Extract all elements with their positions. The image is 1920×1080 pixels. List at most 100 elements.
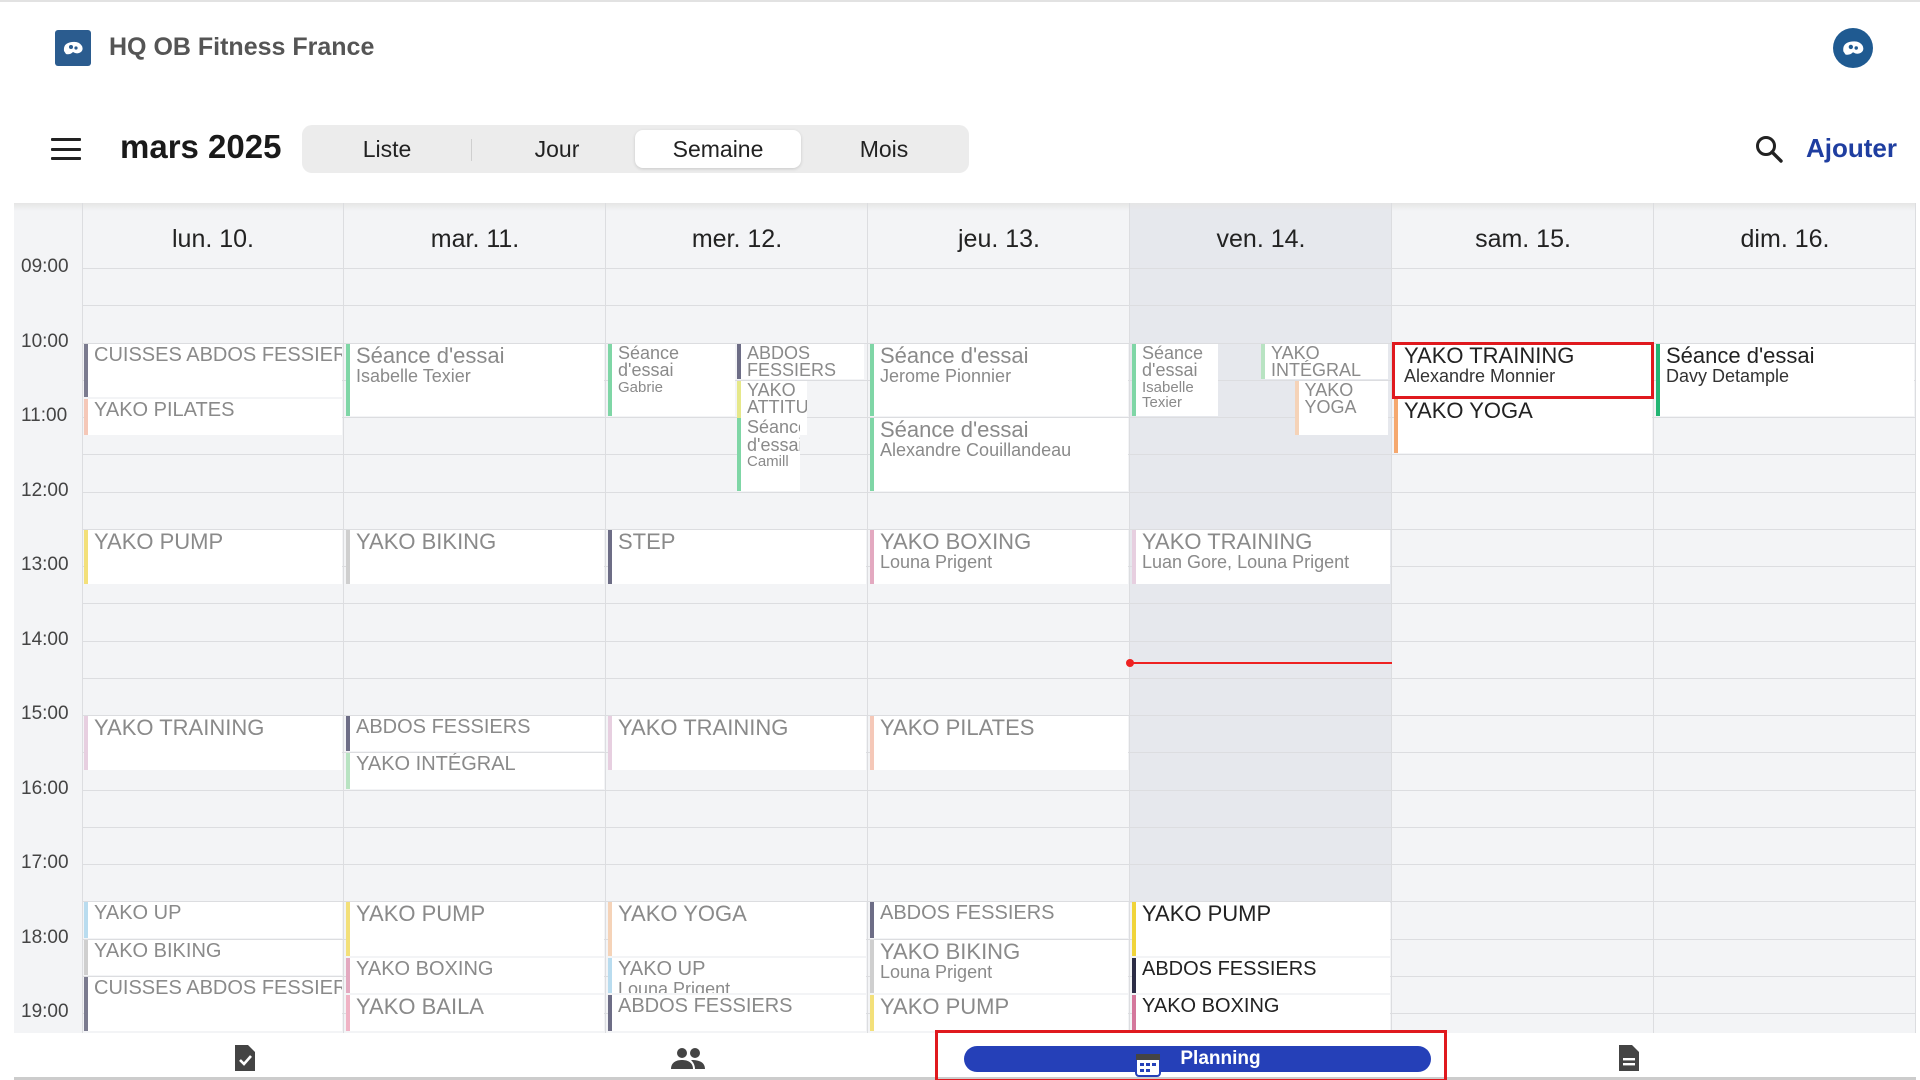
day-header[interactable]: sam. 15. — [1392, 225, 1654, 254]
calendar-event[interactable]: YAKO UP — [84, 902, 342, 938]
event-title: ABDOS FESSIERS — [880, 902, 1055, 925]
event-title: YAKO UP — [94, 902, 182, 925]
calendar-event[interactable]: Séance d'essai Isabelle Texier — [1132, 343, 1218, 416]
view-tab-list[interactable]: Liste — [307, 130, 467, 168]
hour-label: 09:00 — [21, 256, 69, 277]
event-subtitle: Gabrie — [618, 378, 664, 396]
half-hour-line — [82, 677, 1916, 679]
day-separator — [605, 203, 606, 1033]
calendar-event[interactable]: YAKO PUMP — [1132, 902, 1390, 957]
event-title: YAKO PUMP — [94, 529, 224, 554]
event-title: ABDOS FESSIERS — [747, 343, 837, 379]
event-title: YAKO BIKING — [880, 939, 1021, 964]
calendar-event[interactable]: YAKO PILATES — [870, 716, 1128, 770]
calendar-event[interactable]: Séance d'essai Gabrie — [608, 343, 735, 416]
calendar-event[interactable]: YAKO TRAINING Luan Gore, Louna Prigent — [1132, 529, 1390, 584]
event-title: Séance d'essai — [880, 418, 1029, 442]
event-title: ABDOS FESSIERS — [1142, 958, 1317, 981]
event-title: YAKO PUMP — [1142, 902, 1272, 927]
calendar-event[interactable]: Séance d'essai Jerome Pionnier — [870, 343, 1128, 416]
calendar-event[interactable]: YAKO YOGA — [608, 902, 866, 957]
app-logo — [55, 30, 91, 66]
calendar-event[interactable]: YAKO INTÉGRAL — [1261, 343, 1388, 379]
week-calendar: lun. 10. mar. 11. mer. 12. jeu. 13. ven. 14.… — [14, 203, 1916, 1033]
calendar-event[interactable]: ABDOS FESSIERS — [737, 343, 864, 379]
calendar-event[interactable]: YAKO UP Louna Prigent — [608, 958, 866, 994]
view-tab-day[interactable]: Jour — [477, 130, 637, 168]
event-title: ABDOS FESSIERS — [618, 995, 793, 1018]
event-subtitle: Isabelle Texier — [356, 365, 471, 386]
calendar-event[interactable]: YAKO PUMP — [870, 995, 1128, 1031]
day-separator — [1391, 203, 1392, 1033]
event-title: YAKO INTÉGRAL — [356, 753, 516, 776]
hour-line — [82, 789, 1916, 791]
day-header[interactable]: jeu. 13. — [868, 225, 1130, 254]
current-time-dot — [1126, 658, 1134, 667]
nav-tasks-button[interactable] — [227, 1041, 263, 1075]
calendar-event[interactable]: ABDOS FESSIERS — [608, 995, 866, 1031]
calendar-event[interactable]: YAKO PUMP — [84, 529, 342, 584]
event-title: YAKO TRAINING — [1404, 343, 1575, 368]
user-avatar[interactable] — [1833, 28, 1873, 68]
day-header[interactable]: ven. 14. — [1130, 225, 1392, 254]
event-subtitle: Jerome Pionnier — [880, 365, 1012, 386]
hamburger-menu-icon[interactable] — [48, 134, 84, 164]
day-header[interactable]: mar. 11. — [344, 225, 606, 254]
event-title: ABDOS FESSIERS — [356, 716, 531, 738]
nav-documents-button[interactable] — [1611, 1041, 1647, 1075]
day-separator — [1653, 203, 1654, 1033]
avatar-logo-icon — [1843, 41, 1864, 55]
event-title: YAKO PUMP — [356, 902, 486, 927]
calendar-event[interactable]: STEP — [608, 529, 866, 584]
calendar-event[interactable]: ABDOS FESSIERS — [346, 716, 604, 752]
hour-line — [82, 268, 1916, 269]
nav-planning-button[interactable]: Planning — [964, 1046, 1431, 1077]
event-title: YAKO PUMP — [880, 995, 1010, 1020]
calendar-event[interactable]: YAKO BOXING Louna Prigent — [870, 529, 1128, 584]
calendar-event[interactable]: YAKO PILATES — [84, 399, 342, 435]
view-tab-month[interactable]: Mois — [804, 130, 964, 168]
calendar-event[interactable]: Séance d'essaiCamill — [737, 418, 800, 491]
calendar-event[interactable]: Séance d'essai Alexandre Couillandeau — [870, 418, 1128, 491]
calendar-event[interactable]: YAKO TRAINING Alexandre Monnier — [1392, 341, 1654, 400]
hour-line — [82, 864, 1916, 865]
calendar-event[interactable]: YAKO TRAINING — [608, 716, 866, 770]
nav-members-button[interactable] — [670, 1041, 706, 1075]
calendar-event[interactable]: YAKO BAILA — [346, 995, 604, 1031]
hour-label: 17:00 — [21, 852, 69, 873]
hour-label: 14:00 — [21, 628, 69, 650]
view-switcher: Liste Jour Semaine Mois — [302, 125, 969, 173]
calendar-event[interactable]: Séance d'essai Davy Detample — [1656, 343, 1914, 416]
calendar-event[interactable]: YAKO BIKING — [84, 939, 342, 975]
calendar-event[interactable]: ABDOS FESSIERS — [1132, 958, 1390, 994]
people-icon — [671, 1048, 705, 1069]
calendar-event[interactable]: YAKO BIKING Louna Prigent — [870, 939, 1128, 994]
calendar-event[interactable]: YAKO PUMP — [346, 902, 604, 957]
half-hour-line — [82, 305, 1916, 307]
calendar-event[interactable]: YAKO INTÉGRAL — [346, 753, 604, 789]
event-subtitle: Louna Prigent — [618, 978, 731, 994]
hour-line — [82, 640, 1916, 642]
day-header[interactable]: mer. 12. — [606, 225, 868, 254]
hour-line — [82, 491, 1916, 493]
day-header[interactable]: lun. 10. — [82, 225, 344, 254]
view-tab-week[interactable]: Semaine — [635, 130, 801, 168]
calendar-event[interactable]: YAKO BIKING — [346, 529, 604, 584]
calendar-event[interactable]: ABDOS FESSIERS — [870, 902, 1128, 938]
calendar-event[interactable]: YAKO BOXING — [346, 958, 604, 994]
calendar-event[interactable]: Séance d'essai Isabelle Texier — [346, 343, 604, 416]
event-title: YAKO ATTITUDE — [747, 380, 808, 418]
day-header[interactable]: dim. 16. — [1654, 225, 1916, 254]
calendar-event[interactable]: CUISSES ABDOS FESSIERS — [84, 976, 342, 1031]
calendar-event[interactable]: CUISSES ABDOS FESSIERS — [84, 343, 342, 398]
search-icon[interactable] — [1752, 132, 1786, 166]
calendar-event[interactable]: YAKO TRAINING — [84, 716, 342, 770]
day-separator — [343, 203, 344, 1033]
calendar-event[interactable]: YAKO YOGA — [1394, 399, 1652, 454]
month-title: mars 2025 — [120, 128, 282, 165]
calendar-event[interactable]: YAKO BOXING — [1132, 995, 1390, 1031]
hour-label: 12:00 — [21, 479, 69, 501]
event-title: YAKO PILATES — [880, 716, 1035, 740]
add-button[interactable]: Ajouter — [1806, 133, 1897, 164]
calendar-event[interactable]: YAKO YOGA — [1294, 380, 1388, 435]
